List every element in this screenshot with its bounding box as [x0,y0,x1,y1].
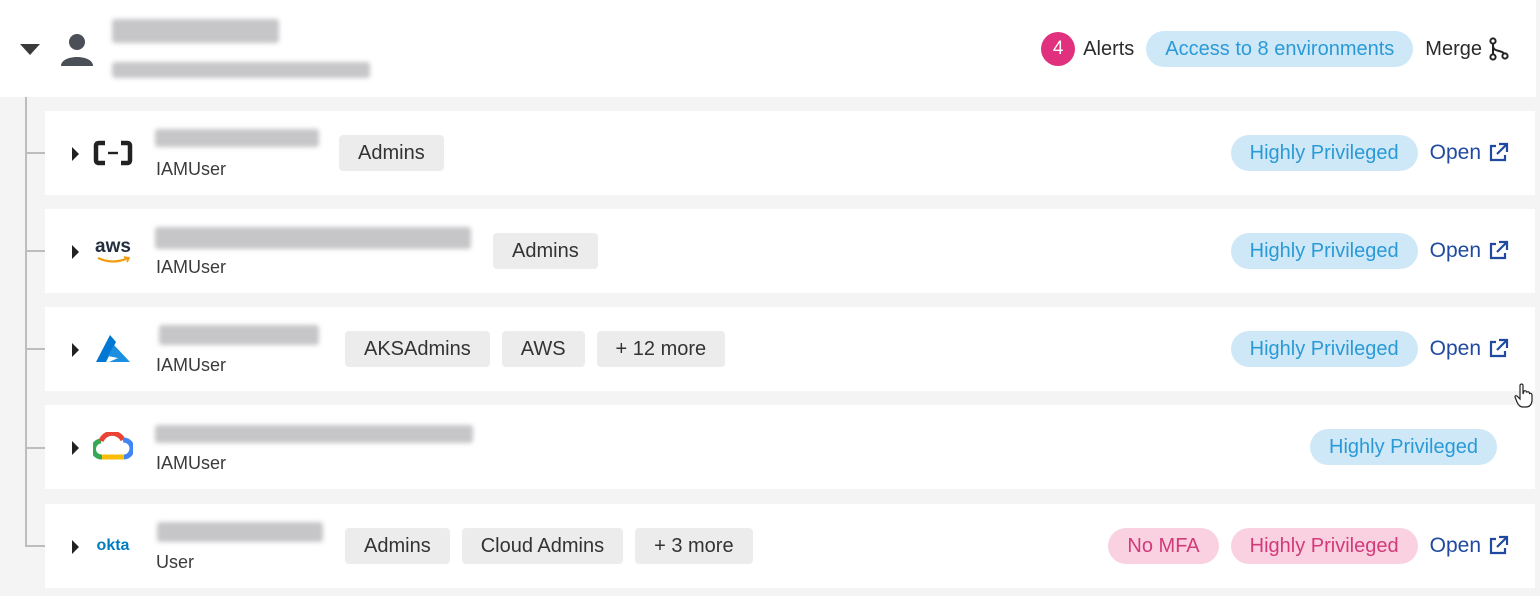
tree-connector-line [25,97,27,546]
identity-email-redacted [112,62,370,78]
access-environments-badge[interactable]: Access to 8 environments [1146,31,1414,67]
expand-caret-icon[interactable] [72,245,79,259]
account-name-redacted [155,227,471,249]
external-link-icon [1489,535,1509,555]
identity-type: IAMUser [156,355,227,375]
group-tag[interactable]: Cloud Admins [461,528,624,564]
identity-type: IAMUser [156,453,227,473]
aws-logo-text: aws [95,236,131,257]
group-tag[interactable]: AWS [501,331,585,367]
identity-type: User [156,552,195,572]
azure-logo-icon [91,331,135,367]
tree-connector-tick [25,250,45,252]
open-label: Open [1429,337,1481,360]
highly-privileged-badge: Highly Privileged [1230,331,1418,367]
external-link-icon [1489,142,1509,162]
account-row[interactable]: aws IAMUser Admins Highly Privileged Ope… [45,209,1535,293]
more-groups-tag[interactable]: + 3 more [635,528,753,564]
user-icon [61,34,93,66]
okta-logo-text: okta [96,537,130,554]
identity-header: 4 Alerts Access to 8 environments Merge [0,0,1536,97]
account-row[interactable]: IAMUser Admins Highly Privileged Open [45,111,1535,195]
row-actions: Highly Privileged Open [1230,135,1509,171]
tree-connector-tick [25,545,45,547]
open-link[interactable]: Open [1430,337,1509,361]
tree-connector-tick [25,152,45,154]
group-tags: Admins [493,233,598,269]
merge-button[interactable]: Merge [1425,37,1510,61]
row-actions: Highly Privileged Open [1230,233,1509,269]
group-tag[interactable]: Admins [339,135,444,171]
google-cloud-logo-icon [91,429,135,465]
alerts-link[interactable]: Alerts [1083,38,1134,61]
group-tags: Admins Cloud Admins + 3 more [345,528,753,564]
account-name-redacted [157,522,323,542]
row-actions: Highly Privileged Open [1230,331,1509,367]
tree-connector-tick [25,447,45,449]
expand-caret-icon[interactable] [72,441,79,455]
tree-connector-tick [25,348,45,350]
open-label: Open [1429,239,1481,262]
open-link[interactable]: Open [1430,534,1509,558]
group-tag[interactable]: Admins [345,528,450,564]
external-link-icon [1489,338,1509,358]
account-row[interactable]: IAMUser AKSAdmins AWS + 12 more Highly P… [45,307,1535,391]
expand-caret-icon[interactable] [72,147,79,161]
open-link[interactable]: Open [1430,239,1509,263]
header-actions: 4 Alerts Access to 8 environments Merge [1041,31,1510,67]
alibaba-cloud-logo-icon [91,135,135,171]
merge-icon [1489,37,1509,61]
highly-privileged-badge: Highly Privileged [1230,528,1418,564]
expand-caret-icon[interactable] [72,343,79,357]
group-tags: Admins [339,135,444,171]
open-label: Open [1429,534,1481,557]
highly-privileged-badge: Highly Privileged [1310,429,1497,465]
open-label: Open [1429,141,1481,164]
identity-type: IAMUser [156,159,227,179]
account-name-redacted [159,325,319,345]
external-link-icon [1489,240,1509,260]
account-row[interactable]: IAMUser Highly Privileged [45,405,1535,489]
row-actions: Highly Privileged [1310,429,1497,465]
account-name-redacted [155,129,319,147]
hand-cursor-icon [1514,383,1533,408]
group-tag[interactable]: AKSAdmins [345,331,490,367]
highly-privileged-badge: Highly Privileged [1230,233,1418,269]
group-tag[interactable]: Admins [493,233,598,269]
group-tags: AKSAdmins AWS + 12 more [345,331,726,367]
account-name-redacted [155,425,473,443]
identity-name-redacted [112,19,279,43]
no-mfa-badge: No MFA [1108,528,1219,564]
aws-logo-icon: aws [91,233,135,269]
highly-privileged-badge: Highly Privileged [1230,135,1418,171]
collapse-caret-icon[interactable] [20,44,40,55]
row-actions: No MFA Highly Privileged Open [1108,528,1509,564]
alerts-count-badge[interactable]: 4 [1041,32,1076,66]
more-groups-tag[interactable]: + 12 more [596,331,726,367]
open-link[interactable]: Open [1430,141,1509,165]
identity-type: IAMUser [156,257,227,277]
merge-label: Merge [1425,37,1482,60]
okta-logo-icon: okta [91,528,135,564]
account-row[interactable]: okta User Admins Cloud Admins + 3 more N… [45,504,1535,588]
expand-caret-icon[interactable] [72,540,79,554]
